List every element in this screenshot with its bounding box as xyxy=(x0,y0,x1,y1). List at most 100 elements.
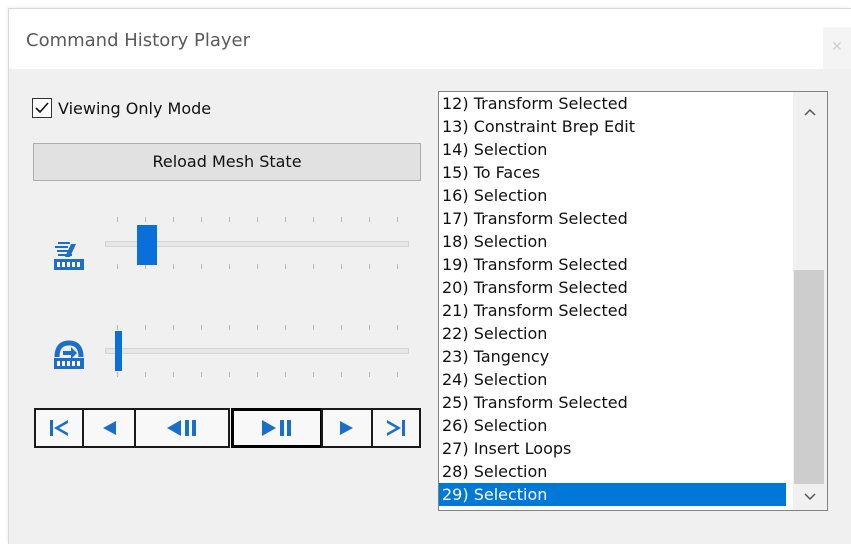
history-list-item[interactable]: 29) Selection xyxy=(439,483,786,506)
slider-tick xyxy=(173,217,174,222)
history-list-item[interactable]: 20) Transform Selected xyxy=(439,276,786,299)
viewing-only-label: Viewing Only Mode xyxy=(58,98,212,118)
slider-tick xyxy=(313,264,314,269)
playback-speed-slider[interactable] xyxy=(105,213,409,293)
slider-tick xyxy=(341,372,342,377)
history-list-item[interactable]: 17) Transform Selected xyxy=(439,207,786,230)
vertical-scrollbar[interactable] xyxy=(793,92,827,510)
slider-tick xyxy=(173,372,174,377)
go-to-start-button[interactable] xyxy=(34,408,84,448)
scroll-up-button[interactable] xyxy=(793,101,827,123)
scrollbar-thumb[interactable] xyxy=(794,270,824,484)
chevron-up-icon xyxy=(804,108,816,116)
slider-tick xyxy=(285,264,286,269)
slider-tick xyxy=(285,325,286,330)
slider-tick xyxy=(313,217,314,222)
slider-tick xyxy=(285,217,286,222)
slider-tick xyxy=(117,372,118,377)
history-list-item[interactable]: 25) Transform Selected xyxy=(439,391,786,414)
skip-to-end-icon xyxy=(387,420,405,436)
command-history-list[interactable]: 12) Transform Selected 13) Constraint Bre… xyxy=(438,91,828,511)
play-pause-button[interactable] xyxy=(231,408,323,448)
slider-thumb[interactable] xyxy=(137,225,157,265)
slider-ticks-top xyxy=(105,217,409,223)
close-button[interactable]: ✕ xyxy=(823,27,851,69)
slider-tick xyxy=(229,264,230,269)
history-list-item[interactable]: 22) Selection xyxy=(439,322,786,345)
slider-tick xyxy=(117,264,118,269)
history-list-item[interactable]: 21) Transform Selected xyxy=(439,299,786,322)
play-pause-icon xyxy=(262,420,291,436)
slider-tick xyxy=(201,217,202,222)
slider-tick xyxy=(369,325,370,330)
history-list-item[interactable]: 15) To Faces xyxy=(439,161,786,184)
close-icon: ✕ xyxy=(831,39,843,55)
slider-tick xyxy=(341,264,342,269)
slider-tick xyxy=(397,325,398,330)
slider-tick xyxy=(369,264,370,269)
slider-tick xyxy=(173,264,174,269)
chevron-down-icon xyxy=(804,493,816,501)
play-reverse-button[interactable] xyxy=(134,408,230,448)
slider-tick xyxy=(145,217,146,222)
history-list-item[interactable]: 19) Transform Selected xyxy=(439,253,786,276)
viewing-only-checkbox[interactable]: Viewing Only Mode xyxy=(32,97,211,119)
slider-thumb[interactable] xyxy=(115,331,122,371)
history-list-item[interactable]: 24) Selection xyxy=(439,368,786,391)
slider-tick xyxy=(117,217,118,222)
slider-tick xyxy=(313,372,314,377)
slider-tick xyxy=(201,264,202,269)
slider-tick xyxy=(285,372,286,377)
scroll-down-button[interactable] xyxy=(793,486,827,508)
slider-track[interactable] xyxy=(105,348,409,354)
history-position-slider[interactable] xyxy=(105,321,409,401)
history-list-item[interactable]: 18) Selection xyxy=(439,230,786,253)
slider-ticks-top xyxy=(105,325,409,331)
slider-tick xyxy=(369,372,370,377)
slider-ticks-bottom xyxy=(105,372,409,378)
slider-tick xyxy=(229,217,230,222)
step-back-button[interactable] xyxy=(82,408,136,448)
slider-tick xyxy=(397,217,398,222)
history-list-item[interactable]: 16) Selection xyxy=(439,184,786,207)
slider-tick xyxy=(201,372,202,377)
slider-tick xyxy=(145,325,146,330)
window-title: Command History Player xyxy=(26,30,251,51)
history-list-item[interactable]: 13) Constraint Brep Edit xyxy=(439,115,786,138)
history-position-icon xyxy=(52,339,86,375)
slider-tick xyxy=(397,264,398,269)
history-list-item[interactable]: 28) Selection xyxy=(439,460,786,483)
step-back-icon xyxy=(103,421,116,435)
slider-tick xyxy=(145,372,146,377)
history-list-item[interactable]: 14) Selection xyxy=(439,138,786,161)
slider-tick xyxy=(117,325,118,330)
slider-tick xyxy=(229,325,230,330)
play-reverse-icon xyxy=(167,420,196,436)
command-history-window: Command History Player ✕ Viewing Only Mo… xyxy=(8,8,851,544)
slider-tick xyxy=(341,325,342,330)
history-list-item[interactable]: 12) Transform Selected xyxy=(439,92,786,115)
playback-speed-icon xyxy=(52,240,86,276)
slider-tick xyxy=(257,217,258,222)
reload-mesh-state-button[interactable]: Reload Mesh State xyxy=(33,143,421,181)
slider-tick xyxy=(397,372,398,377)
history-list-item[interactable]: 27) Insert Loops xyxy=(439,437,786,460)
step-forward-button[interactable] xyxy=(321,408,373,448)
slider-tick xyxy=(257,372,258,377)
history-list-item[interactable]: 26) Selection xyxy=(439,414,786,437)
slider-tick xyxy=(173,325,174,330)
slider-tick xyxy=(257,264,258,269)
slider-tick xyxy=(369,217,370,222)
checkbox-box[interactable] xyxy=(32,98,52,118)
step-forward-icon xyxy=(340,421,353,435)
slider-tick xyxy=(313,325,314,330)
slider-tick xyxy=(229,372,230,377)
slider-tick xyxy=(341,217,342,222)
history-items: 12) Transform Selected 13) Constraint Bre… xyxy=(439,92,786,506)
checkmark-icon xyxy=(35,102,49,114)
title-bar[interactable]: Command History Player ✕ xyxy=(9,9,851,69)
history-list-item[interactable]: 23) Tangency xyxy=(439,345,786,368)
slider-tick xyxy=(257,325,258,330)
go-to-end-button[interactable] xyxy=(371,408,421,448)
skip-to-start-icon xyxy=(50,420,68,436)
